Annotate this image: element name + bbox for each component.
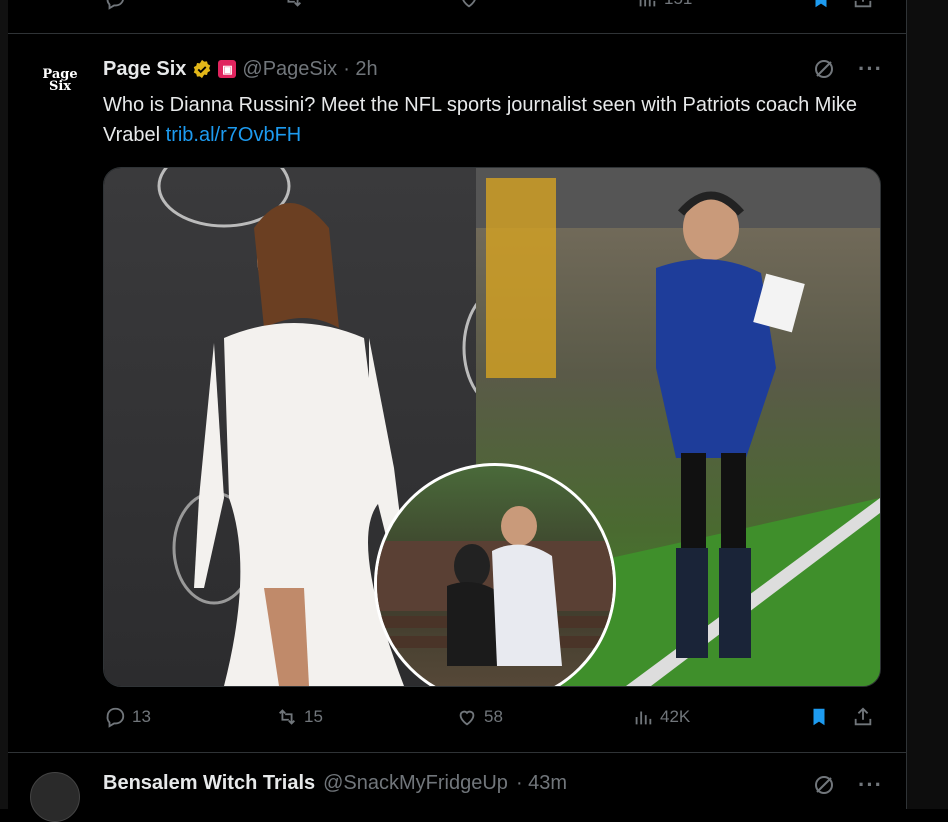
bookmark-icon [813,708,825,726]
prev-tweet-actions: 151 [0,0,906,18]
heart-icon [462,0,476,8]
avatar[interactable] [30,772,80,822]
tweet-actions: 13 15 58 42K [0,706,906,736]
right-frame [906,0,948,809]
divider [8,33,906,34]
like-count: 58 [484,707,503,726]
share-icon [854,707,872,726]
share-icon [854,0,872,8]
bookmark-button[interactable] [808,706,830,728]
left-frame [0,0,8,809]
tweet-link[interactable]: trib.al/r7OvbFH [166,124,302,146]
display-name[interactable]: Page Six [103,58,186,81]
timestamp[interactable]: · 2h [343,58,377,81]
views-count: 151 [664,0,692,9]
repost-icon [287,0,301,7]
tweet-text: Who is Dianna Russini? Meet the NFL spor… [103,90,883,150]
like-button[interactable] [458,0,480,10]
verified-badge-icon [194,59,211,79]
reply-button[interactable]: 13 [104,706,151,728]
handle[interactable]: @SnackMyFridgeUp [323,772,508,795]
grok-icon[interactable] [812,773,836,797]
bookmark-icon [815,0,827,8]
heart-icon [459,710,475,726]
reply-icon [106,707,125,728]
photo-inset-bench [374,463,616,686]
repost-icon [279,709,295,725]
bookmark-button[interactable] [810,0,832,10]
avatar-text: Six [48,79,72,94]
share-button[interactable] [852,0,874,10]
next-tweet-header-actions: ··· [812,772,883,798]
next-tweet-header: Bensalem Witch Trials @SnackMyFridgeUp ·… [103,772,567,795]
tweet-header-actions: ··· [812,56,883,82]
share-button[interactable] [852,706,874,728]
timestamp[interactable]: · 43m [516,772,567,795]
views-icon [639,0,656,7]
display-name[interactable]: Bensalem Witch Trials [103,772,315,795]
handle[interactable]: @PageSix [242,58,337,81]
avatar[interactable]: Page Six [36,66,84,96]
views-icon [635,711,652,725]
repost-button[interactable] [282,0,304,10]
like-button[interactable]: 58 [456,706,503,728]
views-count: 42K [660,707,691,726]
grok-icon[interactable] [812,57,836,81]
more-options-icon[interactable]: ··· [858,56,883,82]
photo-inset-art [377,506,613,666]
tweet-header: Page Six ▣ @PageSix · 2h [103,56,378,82]
repost-count: 15 [304,707,323,726]
repost-button[interactable]: 15 [276,706,323,728]
affiliate-badge-icon: ▣ [218,60,237,78]
views-button[interactable]: 151 [636,0,692,10]
divider [8,752,906,753]
reply-button[interactable] [104,0,126,10]
tweet-media[interactable] [103,167,881,687]
reply-count: 13 [132,707,151,726]
views-button[interactable]: 42K [632,706,690,728]
more-options-icon[interactable]: ··· [858,772,883,798]
reply-icon [106,0,124,10]
